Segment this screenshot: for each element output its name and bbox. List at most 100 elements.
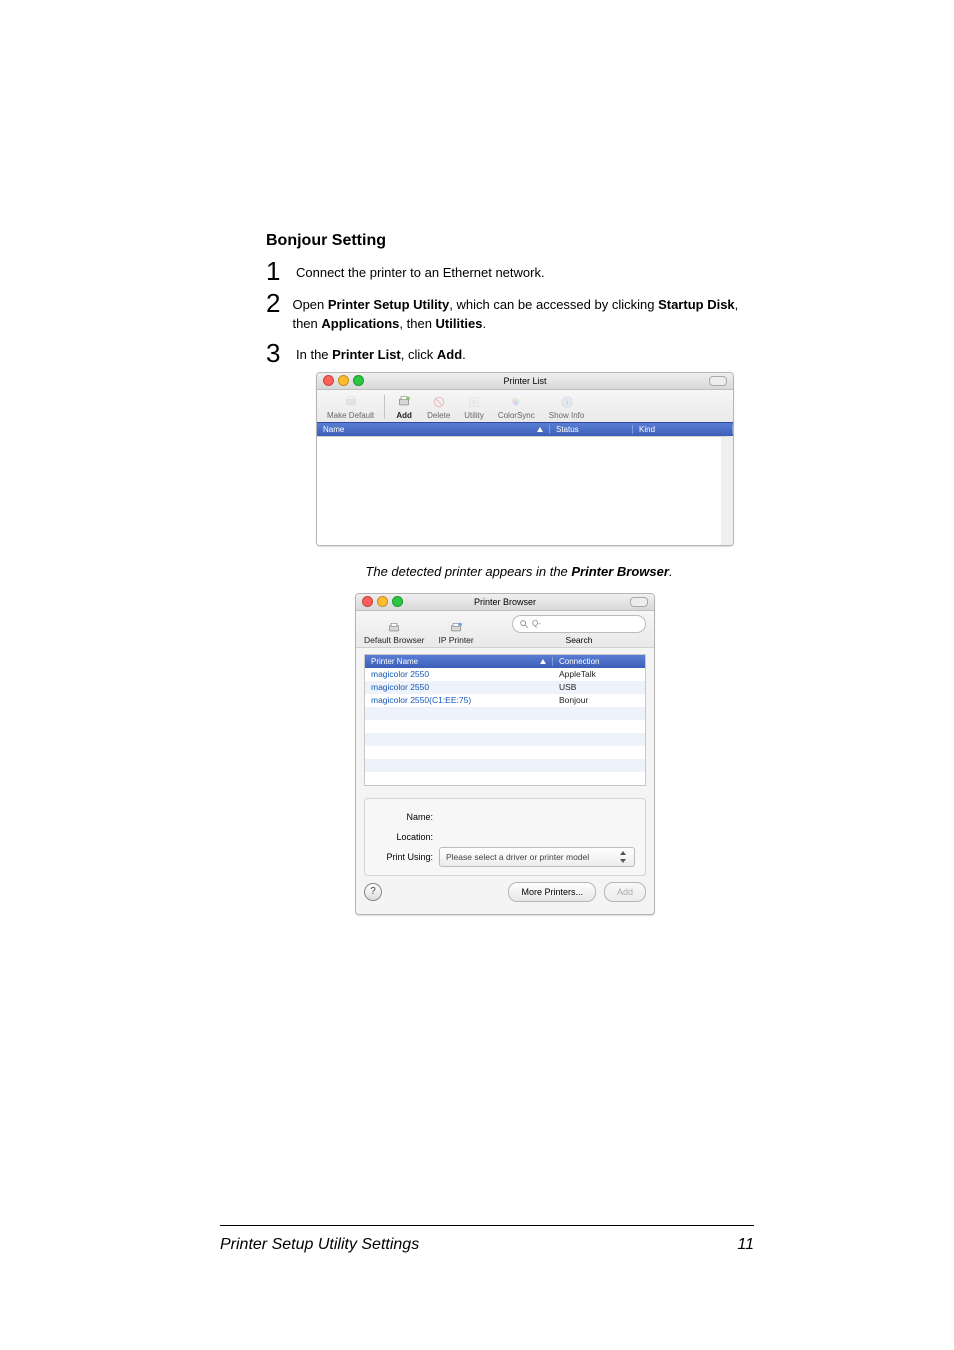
printer-list-window: Printer List Make Default Add [316, 372, 734, 546]
make-default-button[interactable]: Make Default [321, 392, 380, 422]
name-label: Name: [375, 812, 433, 822]
printer-ip-icon [448, 621, 464, 635]
text-bold: Printer Browser [571, 564, 669, 579]
col-connection[interactable]: Connection [552, 657, 645, 666]
titlebar: Printer List [317, 373, 733, 390]
select-value: Please select a driver or printer model [446, 852, 589, 862]
printer-table: Printer Name Connection magicolor 2550 A… [364, 654, 646, 786]
label: IP Printer [438, 635, 473, 645]
text: The detected printer appears in the [365, 564, 571, 579]
name-value [439, 809, 635, 825]
zoom-icon[interactable] [392, 596, 403, 607]
search-input[interactable]: Q- [512, 615, 646, 633]
step-2: 2 Open Printer Setup Utility, which can … [266, 290, 744, 334]
tab-default-browser[interactable]: Default Browser [364, 621, 424, 645]
col-name[interactable]: Name [317, 425, 550, 434]
col-kind[interactable]: Kind [633, 425, 733, 434]
label: Add [396, 411, 412, 420]
step-text: Open Printer Setup Utility, which can be… [292, 290, 744, 334]
text-bold: Startup Disk [658, 297, 735, 312]
table-rows: magicolor 2550 AppleTalk magicolor 2550 … [365, 668, 645, 785]
table-row[interactable]: magicolor 2550 USB [365, 681, 645, 694]
printer-list-body[interactable] [317, 436, 733, 545]
text: . [462, 347, 466, 362]
location-value [439, 829, 635, 845]
cell-name: magicolor 2550 [365, 669, 553, 679]
text-bold: Applications [321, 316, 399, 331]
print-using-label: Print Using: [375, 852, 433, 862]
col-printer-name[interactable]: Printer Name [365, 657, 552, 666]
step-text: In the Printer List, click Add. [296, 340, 466, 365]
step-1: 1 Connect the printer to an Ethernet net… [266, 258, 744, 284]
table-row[interactable]: magicolor 2550 AppleTalk [365, 668, 645, 681]
label: Delete [427, 411, 450, 420]
toolbar-toggle-icon[interactable] [709, 376, 727, 386]
location-label: Location: [375, 832, 433, 842]
section-title: Bonjour Setting [266, 232, 744, 250]
show-info-button[interactable]: i Show Info [543, 392, 591, 422]
form-row-location: Location: [375, 827, 635, 847]
label: Search [566, 635, 593, 645]
toolbar: Make Default Add Delete Utility [317, 390, 733, 422]
table-row: .. [365, 720, 645, 733]
utility-icon [465, 394, 483, 410]
step-number: 3 [266, 340, 284, 366]
printer-browser-window: Printer Browser Default Browser IP Print… [355, 593, 655, 915]
toolbar: Default Browser IP Printer Q- Search [356, 611, 654, 648]
cell-name: magicolor 2550 [365, 682, 553, 692]
placeholder: Q- [532, 619, 541, 628]
updown-icon [618, 851, 628, 863]
print-using-select[interactable]: Please select a driver or printer model [439, 847, 635, 867]
text: , click [401, 347, 437, 362]
delete-button[interactable]: Delete [421, 392, 456, 422]
table-header: Printer Name Connection [365, 655, 645, 668]
printer-default-icon [342, 394, 360, 410]
label: Default Browser [364, 635, 424, 645]
table-row[interactable]: magicolor 2550(C1:EE:75) Bonjour [365, 694, 645, 707]
label: ColorSync [498, 411, 535, 420]
colorsync-icon [507, 394, 525, 410]
page-footer: Printer Setup Utility Settings 11 [220, 1236, 754, 1254]
page-number: 11 [737, 1236, 754, 1254]
text-bold: Printer Setup Utility [328, 297, 449, 312]
text: , which can be accessed by clicking [449, 297, 658, 312]
label: Name [323, 425, 344, 434]
text-bold: Add [437, 347, 462, 362]
footer-title: Printer Setup Utility Settings [220, 1236, 419, 1254]
close-icon[interactable] [323, 375, 334, 386]
zoom-icon[interactable] [353, 375, 364, 386]
more-printers-button[interactable]: More Printers... [508, 882, 596, 902]
traffic-lights [356, 596, 403, 607]
colorsync-button[interactable]: ColorSync [492, 392, 541, 422]
toolbar-toggle-icon[interactable] [630, 597, 648, 607]
info-icon: i [558, 394, 576, 410]
caption: The detected printer appears in the Prin… [294, 564, 744, 579]
traffic-lights [317, 375, 364, 386]
tab-ip-printer[interactable]: IP Printer [438, 621, 473, 645]
table-row: .. [365, 733, 645, 746]
label: Make Default [327, 411, 374, 420]
step-3: 3 In the Printer List, click Add. [266, 340, 744, 366]
step-number: 1 [266, 258, 284, 284]
printer-icon [386, 621, 402, 635]
page: Bonjour Setting 1 Connect the printer to… [0, 0, 954, 1350]
utility-button[interactable]: Utility [458, 392, 490, 422]
step-number: 2 [266, 290, 280, 316]
separator [384, 395, 385, 419]
cell-conn: Bonjour [553, 695, 645, 705]
delete-icon [430, 394, 448, 410]
text-bold: Utilities [436, 316, 483, 331]
help-button[interactable]: ? [364, 883, 382, 901]
text: . [483, 316, 487, 331]
table-row: .. [365, 746, 645, 759]
cell-name: magicolor 2550(C1:EE:75) [365, 695, 553, 705]
minimize-icon[interactable] [377, 596, 388, 607]
label: Printer Name [371, 657, 418, 666]
minimize-icon[interactable] [338, 375, 349, 386]
close-icon[interactable] [362, 596, 373, 607]
cell-conn: USB [553, 682, 645, 692]
add-button[interactable]: Add [604, 882, 646, 902]
col-status[interactable]: Status [550, 425, 633, 434]
add-button[interactable]: Add [389, 392, 419, 422]
label: Utility [464, 411, 484, 420]
